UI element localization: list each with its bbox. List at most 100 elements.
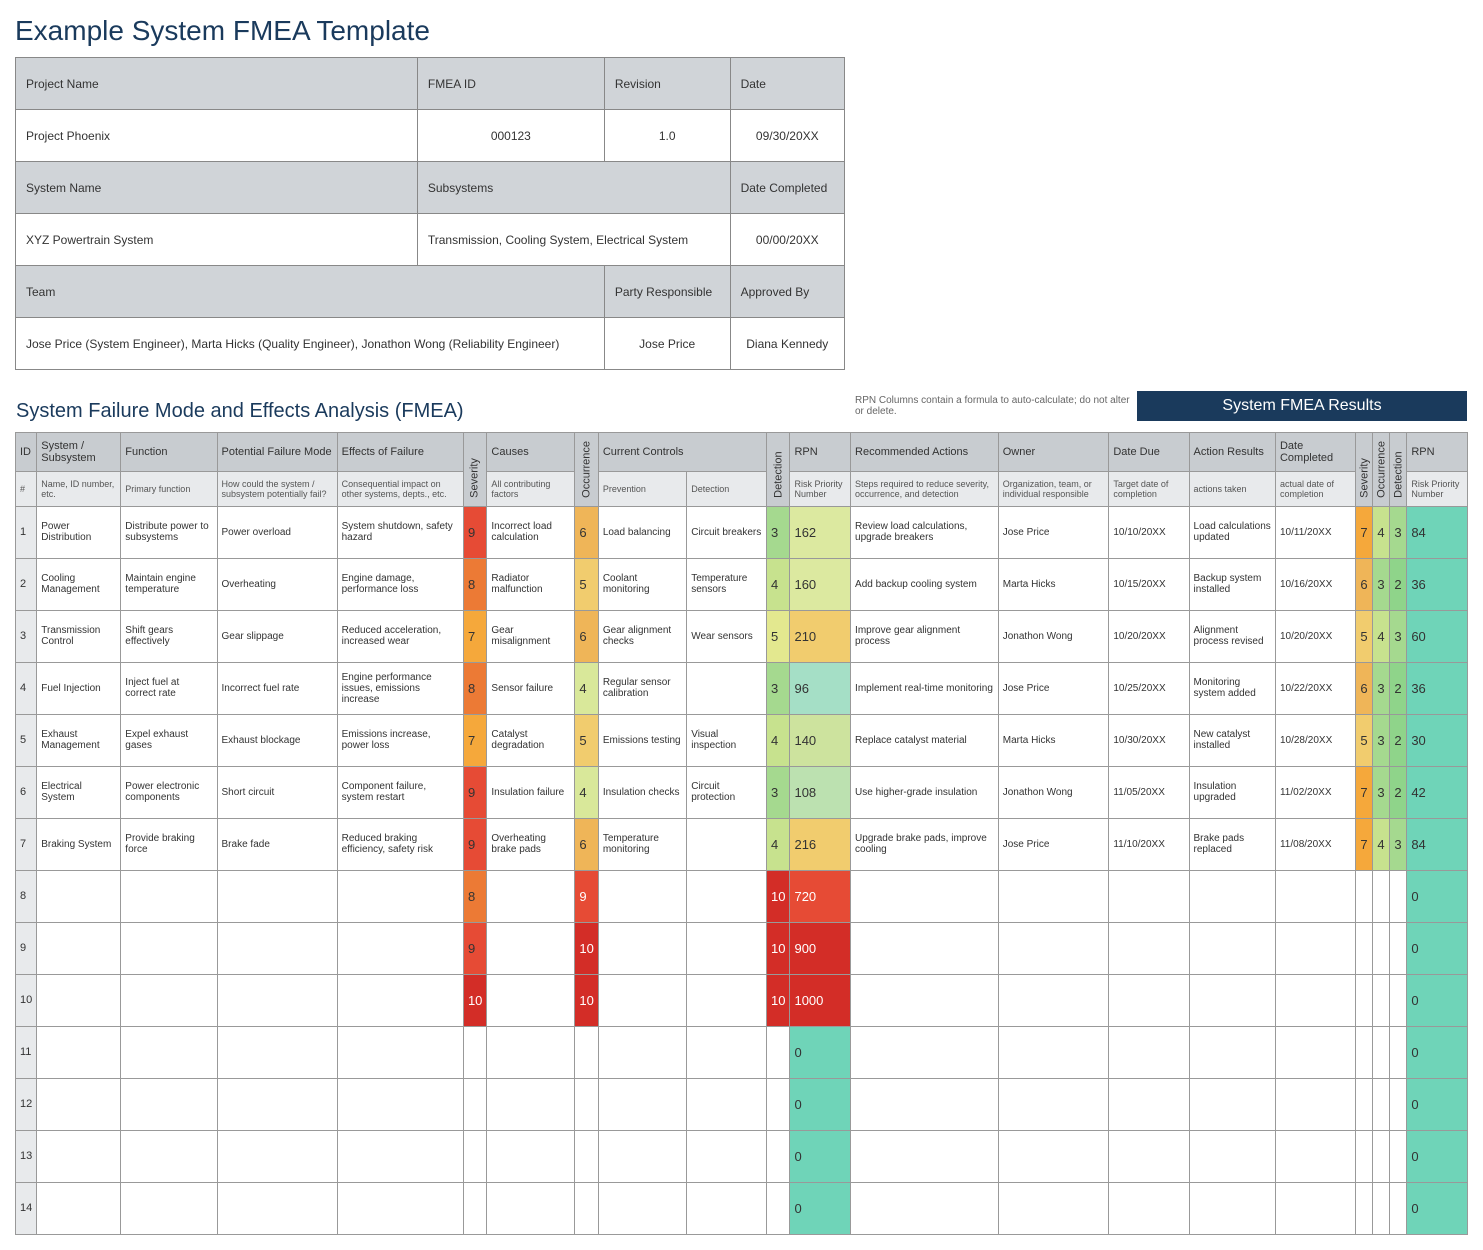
cell-causes[interactable]: Incorrect load calculation: [487, 506, 575, 558]
cell-function[interactable]: Expel exhaust gases: [121, 714, 217, 766]
cell-owner[interactable]: Marta Hicks: [998, 714, 1109, 766]
cell-action[interactable]: [1189, 1078, 1275, 1130]
cell-rec[interactable]: Implement real-time monitoring: [851, 662, 999, 714]
cell-effects[interactable]: [337, 870, 463, 922]
cell-rec[interactable]: Upgrade brake pads, improve cooling: [851, 818, 999, 870]
cell-owner[interactable]: Marta Hicks: [998, 558, 1109, 610]
cell-severity[interactable]: 7: [463, 610, 486, 662]
cell-rsev[interactable]: 7: [1356, 506, 1373, 558]
cell-failure[interactable]: [217, 1182, 337, 1234]
cell-function[interactable]: [121, 1182, 217, 1234]
cell-occurrence[interactable]: [575, 1182, 598, 1234]
cell-completed[interactable]: 10/20/20XX: [1275, 610, 1355, 662]
value-fmea-id[interactable]: 000123: [417, 110, 604, 162]
cell-prevention[interactable]: [598, 1182, 686, 1234]
cell-causes[interactable]: [487, 1078, 575, 1130]
cell-prevention[interactable]: Regular sensor calibration: [598, 662, 686, 714]
cell-severity[interactable]: 9: [463, 766, 486, 818]
cell-effects[interactable]: [337, 922, 463, 974]
cell-effects[interactable]: [337, 1182, 463, 1234]
cell-occurrence[interactable]: 10: [575, 974, 598, 1026]
cell-owner[interactable]: Jose Price: [998, 506, 1109, 558]
cell-due[interactable]: [1109, 1078, 1189, 1130]
cell-rocc[interactable]: [1373, 974, 1390, 1026]
cell-action[interactable]: Monitoring system added: [1189, 662, 1275, 714]
cell-rdet[interactable]: [1390, 974, 1407, 1026]
cell-system[interactable]: Transmission Control: [37, 610, 121, 662]
cell-action[interactable]: [1189, 870, 1275, 922]
cell-completed[interactable]: 10/22/20XX: [1275, 662, 1355, 714]
cell-rocc[interactable]: 3: [1373, 714, 1390, 766]
cell-failure[interactable]: Overheating: [217, 558, 337, 610]
cell-det[interactable]: 10: [767, 870, 790, 922]
cell-function[interactable]: Shift gears effectively: [121, 610, 217, 662]
cell-prevention[interactable]: [598, 1026, 686, 1078]
cell-detection[interactable]: [687, 1026, 767, 1078]
cell-rec[interactable]: Improve gear alignment process: [851, 610, 999, 662]
cell-system[interactable]: [37, 870, 121, 922]
cell-system[interactable]: Power Distribution: [37, 506, 121, 558]
cell-causes[interactable]: [487, 922, 575, 974]
cell-due[interactable]: 10/30/20XX: [1109, 714, 1189, 766]
cell-detection[interactable]: Temperature sensors: [687, 558, 767, 610]
cell-rocc[interactable]: 3: [1373, 766, 1390, 818]
cell-causes[interactable]: [487, 1182, 575, 1234]
cell-occurrence[interactable]: 6: [575, 818, 598, 870]
value-system-name[interactable]: XYZ Powertrain System: [16, 214, 418, 266]
cell-rec[interactable]: [851, 922, 999, 974]
cell-due[interactable]: 10/25/20XX: [1109, 662, 1189, 714]
cell-system[interactable]: [37, 974, 121, 1026]
cell-owner[interactable]: [998, 974, 1109, 1026]
cell-occurrence[interactable]: 4: [575, 766, 598, 818]
cell-occurrence[interactable]: 10: [575, 922, 598, 974]
cell-rdet[interactable]: [1390, 1182, 1407, 1234]
cell-due[interactable]: [1109, 1026, 1189, 1078]
cell-rec[interactable]: [851, 974, 999, 1026]
cell-detection[interactable]: [687, 922, 767, 974]
cell-action[interactable]: New catalyst installed: [1189, 714, 1275, 766]
cell-rocc[interactable]: [1373, 870, 1390, 922]
cell-completed[interactable]: [1275, 974, 1355, 1026]
cell-effects[interactable]: Emissions increase, power loss: [337, 714, 463, 766]
value-party-responsible[interactable]: Jose Price: [604, 318, 730, 370]
cell-action[interactable]: Brake pads replaced: [1189, 818, 1275, 870]
cell-action[interactable]: Load calculations updated: [1189, 506, 1275, 558]
cell-system[interactable]: Cooling Management: [37, 558, 121, 610]
value-subsystems[interactable]: Transmission, Cooling System, Electrical…: [417, 214, 730, 266]
cell-severity[interactable]: 8: [463, 870, 486, 922]
cell-rsev[interactable]: 5: [1356, 610, 1373, 662]
cell-rocc[interactable]: [1373, 1182, 1390, 1234]
cell-prevention[interactable]: [598, 974, 686, 1026]
cell-rdet[interactable]: 2: [1390, 766, 1407, 818]
value-project-name[interactable]: Project Phoenix: [16, 110, 418, 162]
cell-due[interactable]: [1109, 974, 1189, 1026]
cell-completed[interactable]: [1275, 1182, 1355, 1234]
cell-rocc[interactable]: [1373, 1026, 1390, 1078]
cell-detection[interactable]: [687, 974, 767, 1026]
cell-rdet[interactable]: 3: [1390, 610, 1407, 662]
cell-causes[interactable]: [487, 974, 575, 1026]
cell-rsev[interactable]: [1356, 974, 1373, 1026]
cell-rdet[interactable]: 3: [1390, 506, 1407, 558]
cell-failure[interactable]: Short circuit: [217, 766, 337, 818]
cell-rsev[interactable]: [1356, 1026, 1373, 1078]
cell-system[interactable]: Exhaust Management: [37, 714, 121, 766]
cell-det[interactable]: 3: [767, 506, 790, 558]
cell-completed[interactable]: 10/16/20XX: [1275, 558, 1355, 610]
cell-rocc[interactable]: 4: [1373, 610, 1390, 662]
cell-due[interactable]: [1109, 870, 1189, 922]
cell-prevention[interactable]: Gear alignment checks: [598, 610, 686, 662]
cell-rec[interactable]: [851, 1026, 999, 1078]
cell-owner[interactable]: [998, 1078, 1109, 1130]
value-approved-by[interactable]: Diana Kennedy: [730, 318, 844, 370]
cell-failure[interactable]: Brake fade: [217, 818, 337, 870]
cell-detection[interactable]: [687, 662, 767, 714]
cell-system[interactable]: Electrical System: [37, 766, 121, 818]
cell-occurrence[interactable]: [575, 1078, 598, 1130]
cell-rsev[interactable]: 5: [1356, 714, 1373, 766]
cell-function[interactable]: Inject fuel at correct rate: [121, 662, 217, 714]
cell-prevention[interactable]: Temperature monitoring: [598, 818, 686, 870]
cell-causes[interactable]: Overheating brake pads: [487, 818, 575, 870]
cell-det[interactable]: 3: [767, 662, 790, 714]
cell-rsev[interactable]: 7: [1356, 818, 1373, 870]
